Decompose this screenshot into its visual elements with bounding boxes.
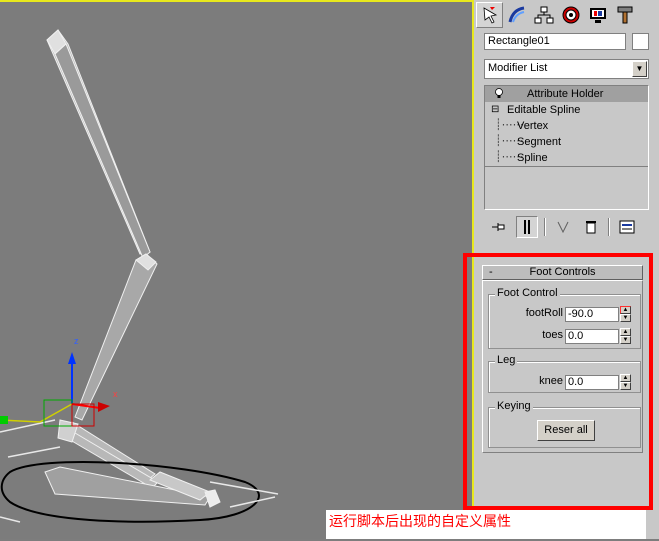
stack-item-label: Attribute Holder: [527, 88, 604, 100]
pin-stack-button[interactable]: [488, 216, 510, 238]
modifier-list-label: Modifier List: [488, 62, 548, 74]
expand-icon[interactable]: ⊟: [491, 102, 499, 118]
stack-item-spline[interactable]: ┊⋯⋯ Spline: [485, 150, 648, 166]
utilities-icon: [617, 6, 632, 24]
stack-item-label: Editable Spline: [507, 104, 581, 116]
stack-item-vertex[interactable]: ┊⋯⋯ Vertex: [485, 118, 648, 134]
toolbar-divider: [544, 218, 546, 236]
chevron-down-icon[interactable]: ▼: [632, 61, 647, 77]
remove-modifier-button[interactable]: [580, 216, 602, 238]
configure-icon: [619, 220, 635, 234]
object-color-swatch[interactable]: [632, 33, 649, 50]
make-unique-button[interactable]: [552, 216, 574, 238]
pin-icon: [492, 223, 505, 231]
hierarchy-icon: [534, 6, 553, 24]
tab-utilities[interactable]: [611, 2, 638, 28]
modifier-list-dropdown[interactable]: Modifier List ▼: [484, 59, 649, 79]
thigh-bone: [46, 29, 151, 259]
viewport-scene: z x: [0, 29, 279, 523]
display-icon: [589, 8, 606, 23]
tab-motion[interactable]: [557, 2, 584, 28]
stack-item-attribute-holder[interactable]: Attribute Holder: [485, 86, 648, 102]
tab-display[interactable]: [584, 2, 611, 28]
modifier-stack[interactable]: Attribute Holder ⊟ Editable Spline ┊⋯⋯ V…: [484, 85, 649, 210]
stack-item-editable-spline[interactable]: ⊟ Editable Spline: [485, 102, 648, 118]
tab-modify[interactable]: [503, 2, 530, 28]
toolbar-divider: [608, 218, 610, 236]
command-panel-tabs: [476, 2, 638, 28]
tab-hierarchy[interactable]: [530, 2, 557, 28]
stack-toolbar: [488, 216, 644, 238]
motion-icon: [562, 6, 579, 24]
caption-text: 运行脚本后出现的自定义属性: [329, 513, 511, 529]
object-name-field[interactable]: Rectangle01: [484, 33, 626, 50]
perspective-viewport[interactable]: z x: [0, 0, 474, 539]
make-unique-icon: [557, 221, 569, 234]
stack-separator: [485, 166, 648, 167]
highlight-box: [463, 253, 653, 510]
trash-icon: [586, 221, 596, 234]
show-end-result-button[interactable]: [516, 216, 538, 238]
modify-icon: [508, 6, 524, 23]
stack-item-label: Spline: [517, 152, 548, 164]
create-icon: [483, 7, 497, 24]
z-axis-label: z: [74, 336, 79, 346]
configure-modifier-sets-button[interactable]: [616, 216, 638, 238]
stack-item-segment[interactable]: ┊⋯⋯ Segment: [485, 134, 648, 150]
x-axis-label: x: [113, 389, 118, 399]
stack-item-label: Vertex: [517, 120, 549, 132]
end-result-icon: [524, 220, 530, 234]
stack-item-label: Segment: [517, 136, 562, 148]
tab-create[interactable]: [476, 2, 503, 28]
